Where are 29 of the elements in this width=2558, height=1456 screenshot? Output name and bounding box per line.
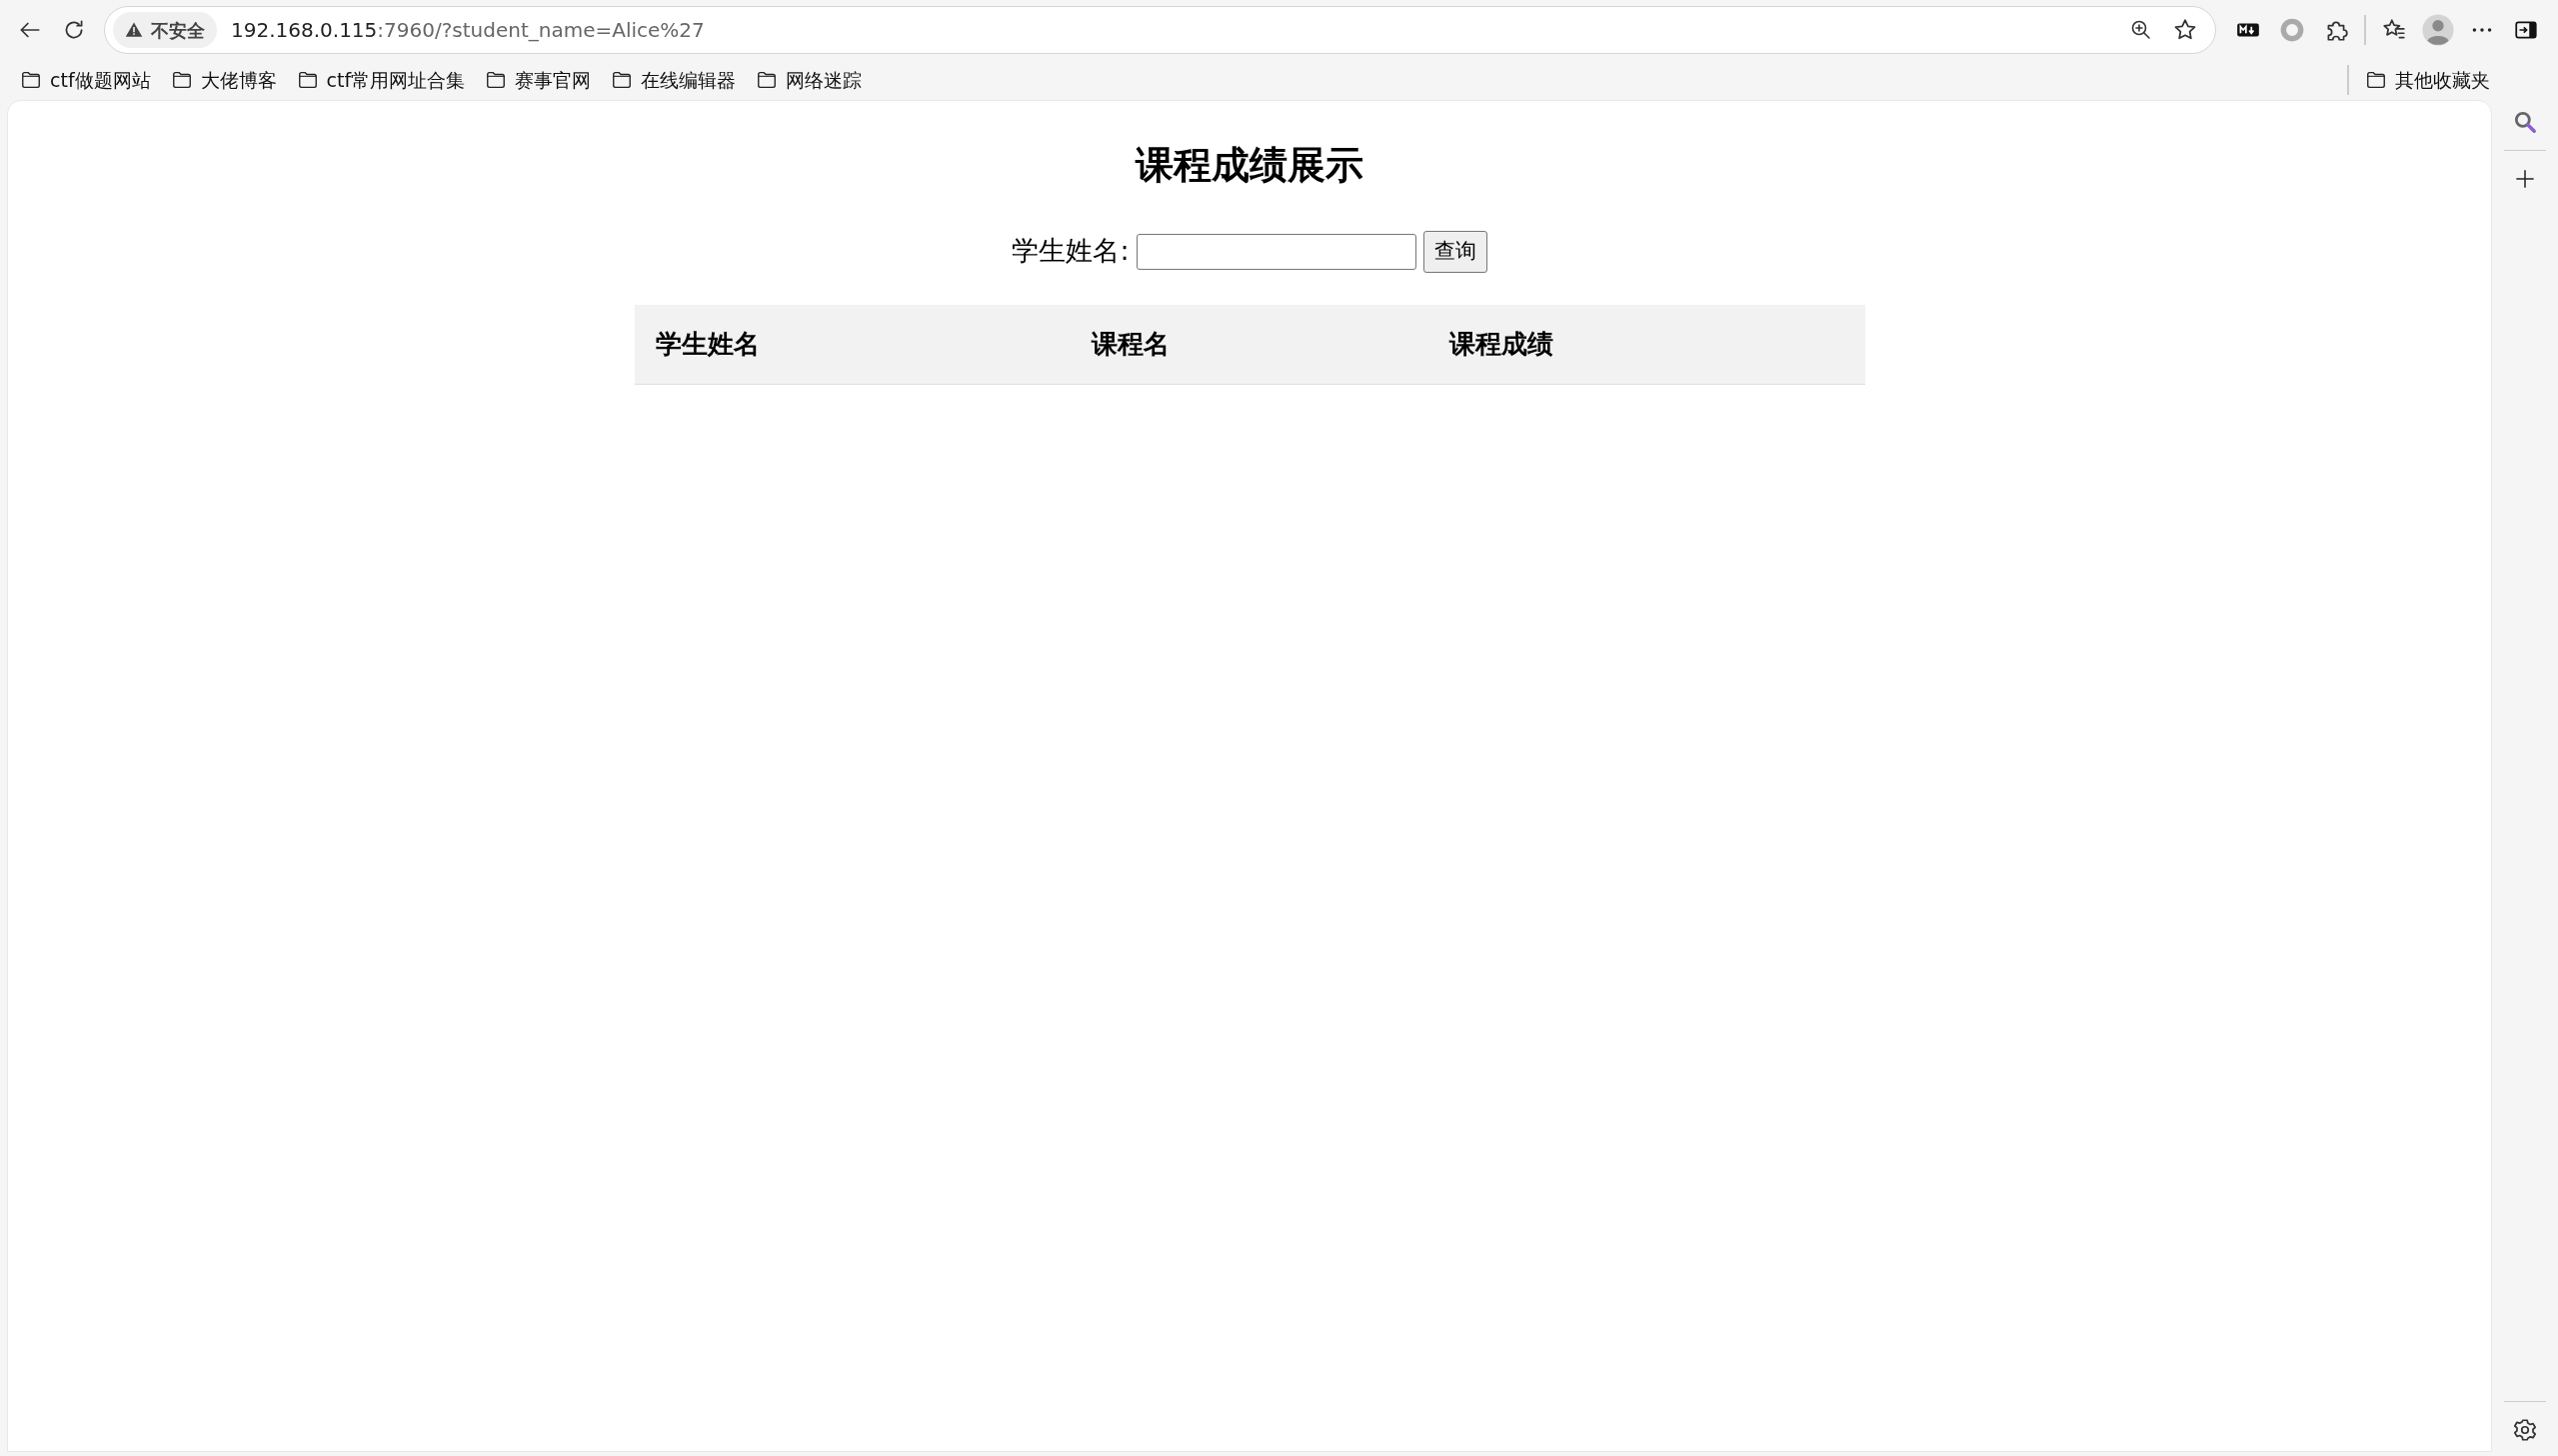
field-label: 学生姓名:	[1012, 234, 1130, 269]
security-chip[interactable]: 不安全	[113, 12, 217, 48]
query-button[interactable]: 查询	[1422, 230, 1487, 273]
address-bar[interactable]: 不安全 192.168.0.115:7960/?student_name=Alice%27	[104, 6, 2216, 54]
avatar-icon[interactable]	[2421, 13, 2455, 47]
url-text: 192.168.0.115:7960/?student_name=Alice%27	[231, 17, 706, 44]
bookmark-item[interactable]: 在线编辑器	[601, 64, 747, 96]
folder-icon	[756, 69, 779, 91]
bookmark-item[interactable]: ctf做题网站	[10, 64, 161, 96]
folder-icon	[611, 69, 634, 91]
folder-icon	[20, 69, 42, 91]
search-icon[interactable]	[2512, 109, 2538, 135]
zoom-icon[interactable]	[2129, 18, 2153, 42]
bookmark-item[interactable]: 大佬博客	[160, 64, 287, 96]
column-header: 课程成绩	[1427, 304, 1865, 385]
settings-icon[interactable]	[2512, 1417, 2538, 1443]
bookmark-item[interactable]: 其他收藏夹	[2355, 64, 2500, 96]
folder-icon	[170, 69, 193, 91]
folder-icon	[2365, 69, 2387, 91]
folder-icon	[485, 69, 508, 91]
page-title: 课程成绩展示	[1136, 143, 1363, 189]
bookmark-item[interactable]: 赛事官网	[475, 64, 602, 96]
column-header: 学生姓名	[634, 304, 1071, 385]
warning-icon	[125, 21, 143, 39]
name-input-field[interactable]	[1136, 233, 1416, 270]
bookmark-item[interactable]: ctf常用网址合集	[286, 64, 476, 96]
bookmark-item[interactable]: 网络迷踪	[746, 64, 873, 96]
folder-icon	[296, 69, 319, 91]
column-header: 课程名	[1070, 304, 1428, 385]
